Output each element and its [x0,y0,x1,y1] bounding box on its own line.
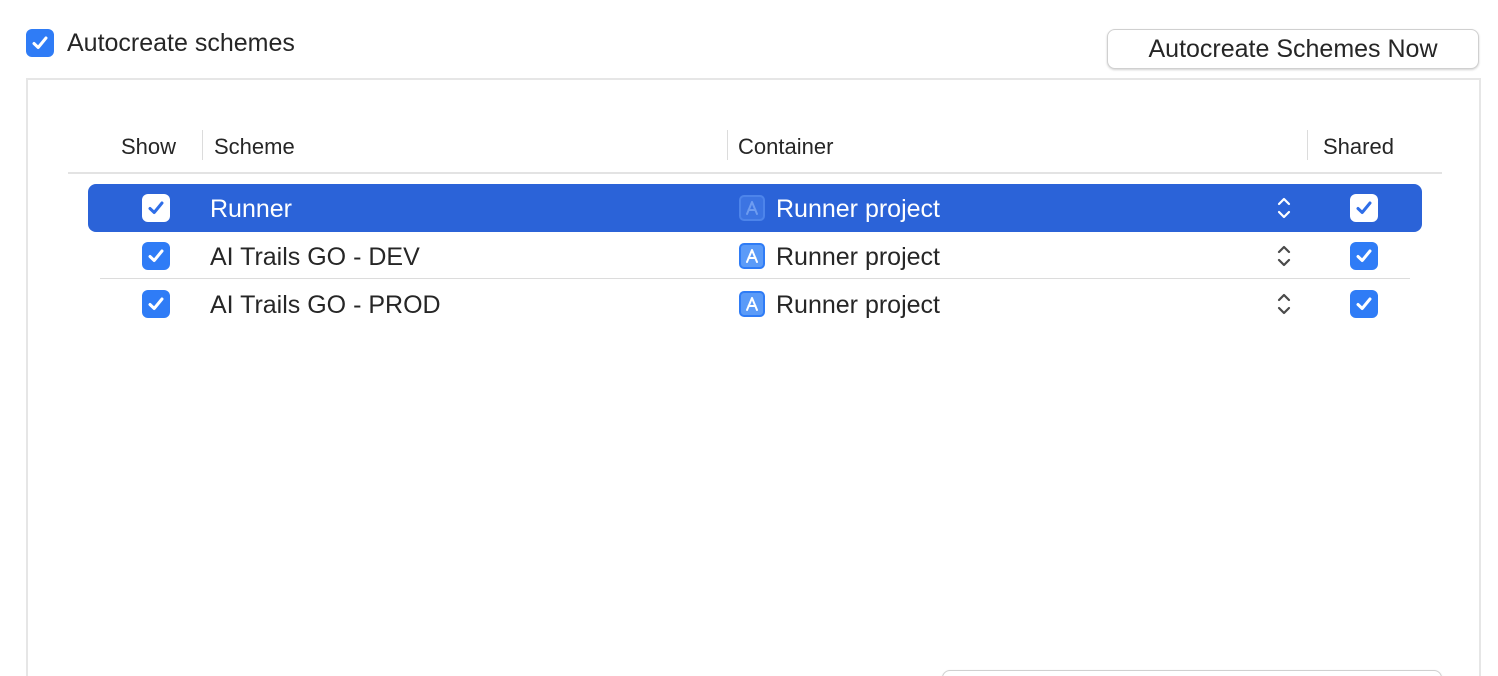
xcode-project-icon [739,291,765,317]
scheme-name[interactable]: AI Trails GO - DEV [210,242,420,272]
shared-checkbox[interactable] [1350,194,1378,222]
column-divider[interactable] [727,130,728,160]
up-down-chevron-icon[interactable] [1274,194,1294,222]
autocreate-schemes-label[interactable]: Autocreate schemes [67,28,295,58]
show-checkbox[interactable] [142,290,170,318]
scheme-name[interactable]: Runner [210,194,292,224]
column-header-show[interactable]: Show [121,133,176,161]
checkmark-icon [148,297,164,310]
column-header-container[interactable]: Container [738,133,833,161]
schemes-table-panel [26,78,1481,676]
row-divider [100,278,1410,279]
checkmark-icon [148,201,164,214]
column-divider[interactable] [202,130,203,160]
shared-checkbox[interactable] [1350,290,1378,318]
autocreate-schemes-now-button[interactable]: Autocreate Schemes Now [1107,29,1479,69]
xcode-project-icon [739,195,765,221]
show-checkbox[interactable] [142,242,170,270]
header-divider [68,172,1442,174]
scheme-name[interactable]: AI Trails GO - PROD [210,290,441,320]
column-header-scheme[interactable]: Scheme [214,133,295,161]
container-name[interactable]: Runner project [776,194,940,224]
container-name[interactable]: Runner project [776,242,940,272]
checkmark-icon [32,36,48,49]
up-down-chevron-icon[interactable] [1274,242,1294,270]
shared-checkbox[interactable] [1350,242,1378,270]
xcode-project-icon [739,243,765,269]
scheme-management-pane: Autocreate schemes Autocreate Schemes No… [0,0,1498,676]
bottom-button[interactable] [942,670,1442,676]
checkmark-icon [1356,249,1372,262]
column-header-shared[interactable]: Shared [1323,133,1394,161]
checkmark-icon [1356,297,1372,310]
checkmark-icon [148,249,164,262]
container-name[interactable]: Runner project [776,290,940,320]
checkmark-icon [1356,201,1372,214]
up-down-chevron-icon[interactable] [1274,290,1294,318]
autocreate-schemes-checkbox[interactable] [26,29,54,57]
show-checkbox[interactable] [142,194,170,222]
column-divider[interactable] [1307,130,1308,160]
